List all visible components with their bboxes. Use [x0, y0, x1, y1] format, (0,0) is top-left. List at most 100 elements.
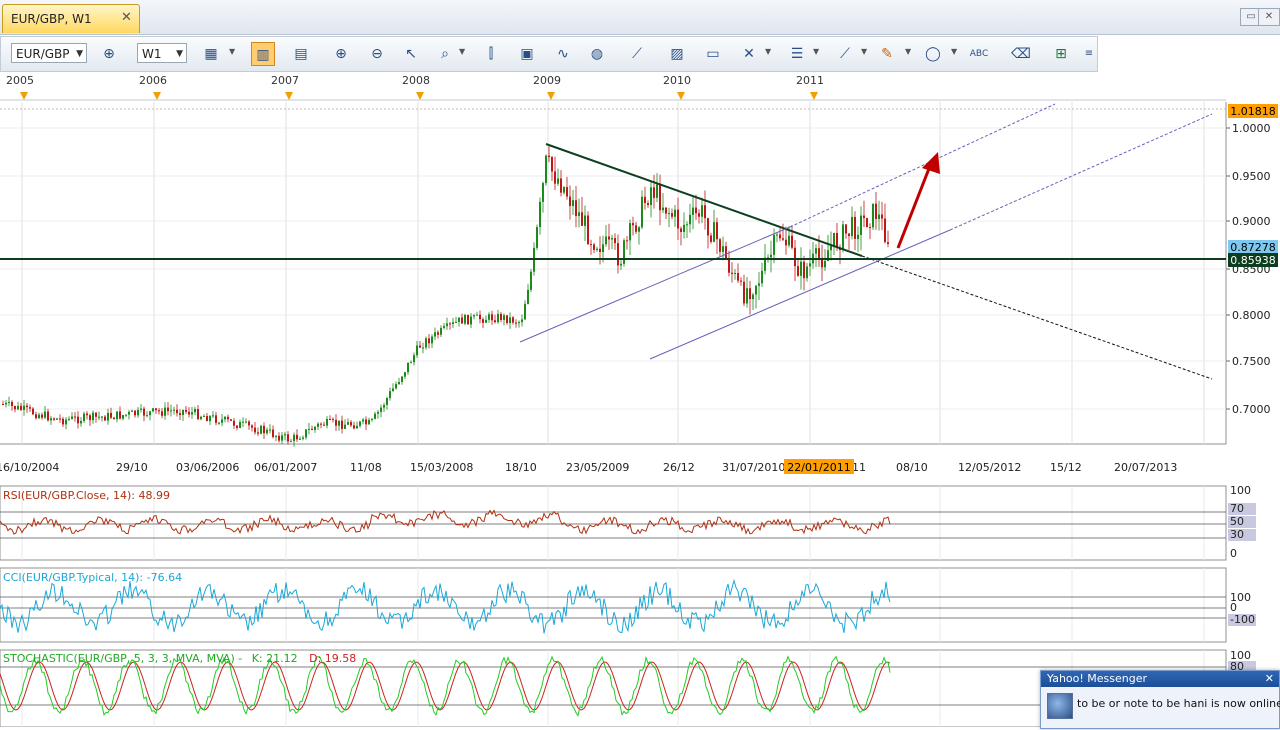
- candle-body: [413, 355, 415, 363]
- candle-body: [353, 425, 355, 429]
- candle-body: [707, 218, 709, 236]
- candle-body: [644, 196, 646, 204]
- candle-body: [740, 280, 742, 282]
- candle-body: [134, 410, 136, 416]
- symbol-select[interactable]: EUR/GBP ▼: [11, 43, 87, 63]
- candle-body: [854, 216, 856, 239]
- cursor-icon[interactable]: ↖: [399, 42, 423, 66]
- globe-icon[interactable]: ◍: [585, 42, 609, 66]
- candle-body: [488, 314, 490, 320]
- stochastic-title: STOCHASTIC(EUR/GBP, 5, 3, 3, MVA, MVA) -: [3, 652, 242, 665]
- messenger-title: Yahoo! Messenger: [1047, 672, 1148, 685]
- candle-body: [26, 405, 28, 408]
- zoom-in-icon[interactable]: ⊕: [329, 42, 353, 66]
- year-label: 2009: [533, 74, 561, 87]
- candle-body: [743, 281, 745, 304]
- candle-body: [452, 322, 454, 325]
- candle-body: [620, 263, 622, 266]
- highlight-date: 22/01/2011: [784, 459, 854, 474]
- candle-body: [29, 407, 31, 409]
- candle-body: [695, 207, 697, 214]
- candle-body: [476, 314, 478, 316]
- ruler-icon[interactable]: ⟋: [625, 42, 649, 66]
- candle-body: [179, 413, 181, 415]
- chevron-down-icon[interactable]: ▼: [459, 47, 465, 56]
- zoom-out-icon[interactable]: ⊖: [365, 42, 389, 66]
- chevron-down-icon[interactable]: ▼: [905, 47, 911, 56]
- avatar: [1047, 693, 1073, 719]
- messenger-close-icon[interactable]: ✕: [1265, 671, 1274, 687]
- chevron-down-icon[interactable]: ▼: [765, 47, 771, 56]
- candle-body: [506, 315, 508, 323]
- tab-close-icon[interactable]: ✕: [121, 10, 132, 25]
- messenger-notification[interactable]: Yahoo! Messenger ✕ to be or note to be h…: [1040, 670, 1280, 729]
- candle-body: [791, 235, 793, 248]
- chevron-down-icon[interactable]: ▼: [861, 47, 867, 56]
- candle-body: [68, 418, 70, 420]
- date-tick-label: 08/10: [896, 461, 928, 474]
- channel-icon[interactable]: ☰: [785, 42, 809, 66]
- text-zoom-icon[interactable]: ⌕: [433, 42, 457, 66]
- pencil-icon[interactable]: ✎: [875, 42, 899, 66]
- candle-body: [431, 336, 433, 344]
- candle-body: [875, 203, 877, 220]
- candle-body: [686, 224, 688, 226]
- candle-body: [53, 418, 55, 420]
- chevron-down-icon[interactable]: ▼: [813, 47, 819, 56]
- eraser-icon[interactable]: ⌫: [1009, 42, 1033, 66]
- chart-area[interactable]: 2005 2006 2007 2008 2009 2010 2011 1.0000 0.950…: [0, 72, 1280, 728]
- candle-body: [281, 435, 283, 441]
- chart-tab[interactable]: EUR/GBP, W1 ✕: [2, 4, 140, 33]
- rsi-axis: 100 705030 0: [1228, 484, 1256, 560]
- candle-body: [485, 319, 487, 323]
- candle-body: [95, 412, 97, 417]
- candle-body: [641, 196, 643, 228]
- rsi-level-label: 50: [1230, 515, 1244, 528]
- candle-body: [269, 429, 271, 431]
- image-icon[interactable]: ▨: [665, 42, 689, 66]
- candlestick-icon[interactable]: ▥: [251, 42, 275, 66]
- wave-icon[interactable]: ∿: [551, 42, 575, 66]
- crosshair-icon[interactable]: ⊕: [97, 42, 121, 66]
- candle-body: [800, 261, 802, 276]
- candle-body: [419, 345, 421, 348]
- candle-body: [302, 437, 304, 439]
- candle-body: [167, 407, 169, 412]
- chevron-down-icon[interactable]: ▼: [951, 47, 957, 56]
- candle-body: [314, 426, 316, 430]
- candle-body: [710, 235, 712, 242]
- hierarchy-icon[interactable]: ⊞: [1049, 42, 1073, 66]
- candle-body: [677, 209, 679, 229]
- chart-canvas[interactable]: 2005 2006 2007 2008 2009 2010 2011 1.0000 0.950…: [0, 72, 1280, 728]
- line-chart-icon[interactable]: ▤: [289, 42, 313, 66]
- candle-body: [71, 416, 73, 419]
- indicator-icon[interactable]: ⫿: [479, 42, 503, 66]
- candle-body: [512, 317, 514, 323]
- tools-icon[interactable]: ✕: [737, 42, 761, 66]
- bar-chart-icon[interactable]: ▦: [199, 42, 223, 66]
- ellipse-icon[interactable]: ◯: [921, 42, 945, 66]
- more-icon[interactable]: ≡: [1077, 42, 1101, 66]
- candle-body: [629, 223, 631, 241]
- abc-text-icon[interactable]: ABC: [967, 42, 991, 66]
- candle-body: [362, 419, 364, 422]
- fibonacci-icon[interactable]: ⟋: [833, 42, 857, 66]
- template-icon[interactable]: ▣: [515, 42, 539, 66]
- candle-body: [557, 178, 559, 184]
- candle-body: [356, 425, 358, 429]
- candle-body: [473, 315, 475, 317]
- candle-body: [35, 414, 37, 419]
- date-tick-label: 11/08: [350, 461, 382, 474]
- candle-body: [209, 416, 211, 422]
- candle-body: [215, 415, 217, 423]
- candle-body: [572, 200, 574, 207]
- candle-body: [761, 270, 763, 284]
- chevron-down-icon[interactable]: ▼: [229, 47, 235, 56]
- candle-body: [221, 419, 223, 423]
- window-icon[interactable]: ▭: [701, 42, 725, 66]
- candle-body: [617, 243, 619, 266]
- timeframe-select[interactable]: W1 ▼: [137, 43, 187, 63]
- window-close-icon[interactable]: ✕: [1258, 8, 1280, 26]
- candle-body: [749, 288, 751, 300]
- candle-body: [359, 421, 361, 426]
